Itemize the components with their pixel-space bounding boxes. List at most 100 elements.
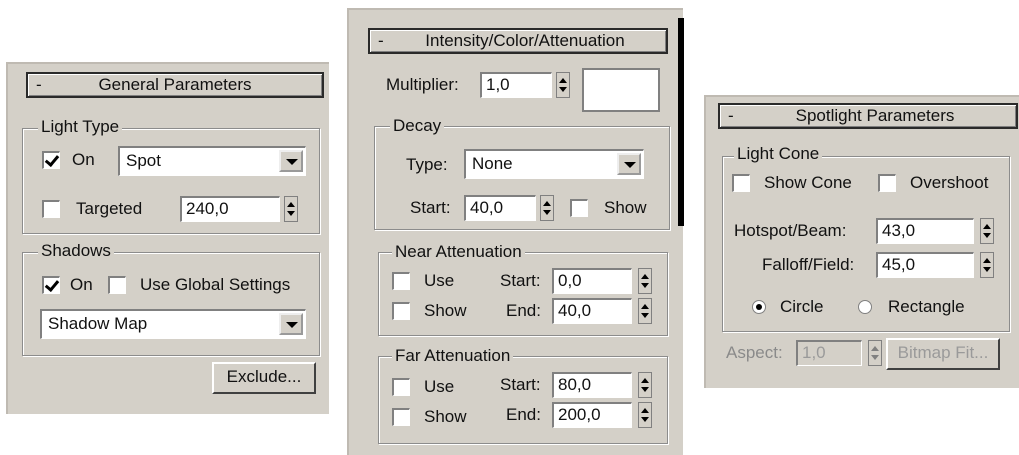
near-end-field[interactable]: 40,0: [552, 298, 632, 324]
aspect-field[interactable]: 1,0: [796, 340, 862, 366]
far-show-label: Show: [424, 407, 467, 426]
spinner-down-icon[interactable]: [641, 283, 649, 288]
near-show-checkbox[interactable]: [392, 302, 410, 320]
chevron-down-icon[interactable]: [279, 313, 303, 335]
target-distance-field[interactable]: 240,0: [180, 196, 280, 222]
spinner-up-icon[interactable]: [559, 78, 567, 83]
light-on-label: On: [72, 150, 95, 169]
shadows-on-checkbox[interactable]: [42, 276, 60, 294]
near-start-field[interactable]: 0,0: [552, 268, 632, 294]
far-attenuation-group: [378, 356, 668, 444]
rollout-title: General Parameters: [98, 75, 252, 94]
hotspot-beam-field[interactable]: 43,0: [876, 218, 974, 244]
far-end-spinner[interactable]: [638, 402, 652, 428]
spinner-up-icon[interactable]: [641, 408, 649, 413]
near-show-label: Show: [424, 301, 467, 320]
light-cone-label: Light Cone: [734, 144, 823, 164]
near-use-label: Use: [424, 271, 455, 290]
light-on-checkbox[interactable]: [42, 151, 60, 169]
aspect-label: Aspect:: [726, 343, 783, 362]
near-use-checkbox[interactable]: [392, 272, 410, 290]
circle-label: Circle: [780, 297, 824, 316]
spinner-down-icon[interactable]: [871, 355, 879, 360]
aspect-spinner[interactable]: [868, 340, 882, 366]
near-start-spinner[interactable]: [638, 268, 652, 294]
rectangle-label: Rectangle: [888, 297, 965, 316]
far-start-spinner[interactable]: [638, 372, 652, 398]
general-parameters-rollout[interactable]: - General Parameters: [26, 72, 324, 98]
spinner-down-icon[interactable]: [641, 387, 649, 392]
far-attenuation-label: Far Attenuation: [392, 346, 514, 366]
decay-start-field[interactable]: 40,0: [464, 195, 536, 221]
far-start-label: Start:: [500, 375, 541, 394]
shadow-type-dropdown[interactable]: Shadow Map: [40, 309, 306, 339]
far-start-field[interactable]: 80,0: [552, 372, 632, 398]
chevron-down-icon[interactable]: [617, 153, 641, 175]
exclude-button[interactable]: Exclude...: [212, 362, 316, 394]
show-cone-checkbox[interactable]: [732, 174, 750, 192]
chevron-down-icon[interactable]: [279, 150, 303, 172]
far-show-checkbox[interactable]: [392, 408, 410, 426]
far-end-label: End:: [506, 405, 541, 424]
multiplier-field[interactable]: 1,0: [480, 72, 552, 98]
spinner-up-icon[interactable]: [641, 304, 649, 309]
overshoot-label: Overshoot: [910, 173, 989, 192]
light-type-dropdown[interactable]: Spot: [118, 146, 306, 176]
near-end-label: End:: [506, 301, 541, 320]
near-start-label: Start:: [500, 271, 541, 290]
rollout-title: Spotlight Parameters: [795, 106, 955, 125]
decay-show-label: Show: [604, 198, 647, 217]
spinner-down-icon[interactable]: [641, 313, 649, 318]
decay-start-label: Start:: [410, 198, 451, 217]
falloff-field-field[interactable]: 45,0: [876, 252, 974, 278]
rollout-title: Intensity/Color/Attenuation: [425, 31, 625, 50]
overshoot-checkbox[interactable]: [878, 174, 896, 192]
spinner-up-icon[interactable]: [641, 274, 649, 279]
use-global-settings-checkbox[interactable]: [108, 276, 126, 294]
spinner-down-icon[interactable]: [641, 417, 649, 422]
rectangle-radio[interactable]: [858, 300, 872, 314]
show-cone-label: Show Cone: [764, 173, 852, 192]
hotspot-beam-label: Hotspot/Beam:: [734, 221, 847, 240]
spinner-down-icon[interactable]: [559, 87, 567, 92]
decay-start-spinner[interactable]: [540, 195, 554, 221]
decay-type-dropdown[interactable]: None: [464, 149, 644, 179]
intensity-rollout[interactable]: - Intensity/Color/Attenuation: [368, 28, 668, 54]
falloff-field-label: Falloff/Field:: [762, 255, 855, 274]
light-type-value: Spot: [126, 151, 161, 170]
spinner-down-icon[interactable]: [983, 233, 991, 238]
shadows-group: [22, 252, 320, 356]
shadow-type-value: Shadow Map: [48, 314, 148, 333]
spinner-down-icon[interactable]: [543, 210, 551, 215]
targeted-label: Targeted: [76, 199, 143, 218]
spinner-up-icon[interactable]: [983, 258, 991, 263]
far-end-field[interactable]: 200,0: [552, 402, 632, 428]
falloff-field-spinner[interactable]: [980, 252, 994, 278]
targeted-checkbox[interactable]: [42, 200, 60, 218]
near-end-spinner[interactable]: [638, 298, 652, 324]
hotspot-beam-spinner[interactable]: [980, 218, 994, 244]
decay-type-label: Type:: [406, 155, 448, 174]
spinner-up-icon[interactable]: [641, 378, 649, 383]
spinner-up-icon[interactable]: [543, 201, 551, 206]
spinner-down-icon[interactable]: [983, 267, 991, 272]
circle-radio[interactable]: [752, 300, 766, 314]
spinner-up-icon[interactable]: [287, 202, 295, 207]
far-use-checkbox[interactable]: [392, 378, 410, 396]
spinner-down-icon[interactable]: [287, 211, 295, 216]
light-color-swatch[interactable]: [582, 68, 660, 112]
decay-label: Decay: [390, 116, 445, 136]
spotlight-parameters-rollout[interactable]: - Spotlight Parameters: [718, 103, 1018, 129]
decay-show-checkbox[interactable]: [570, 199, 588, 217]
panel-scrollbar[interactable]: [678, 18, 684, 226]
target-distance-spinner[interactable]: [284, 196, 298, 222]
spinner-up-icon[interactable]: [871, 346, 879, 351]
multiplier-label: Multiplier:: [386, 75, 459, 94]
multiplier-spinner[interactable]: [556, 72, 570, 98]
near-attenuation-label: Near Attenuation: [392, 242, 525, 262]
far-use-label: Use: [424, 377, 455, 396]
use-global-settings-label: Use Global Settings: [140, 275, 291, 294]
bitmap-fit-button[interactable]: Bitmap Fit...: [886, 338, 1000, 370]
decay-type-value: None: [472, 154, 513, 173]
spinner-up-icon[interactable]: [983, 224, 991, 229]
